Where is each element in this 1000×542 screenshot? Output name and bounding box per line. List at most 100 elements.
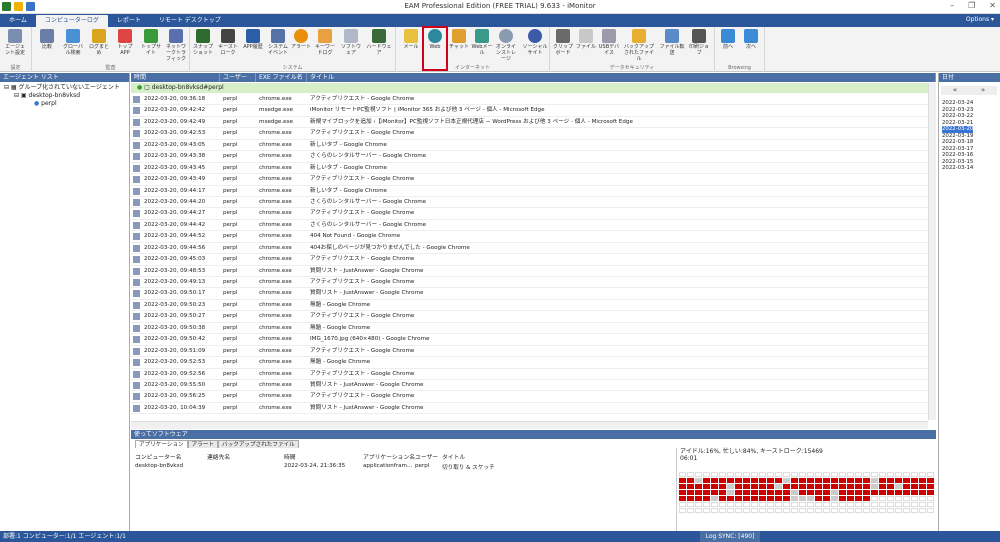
activity-cell (775, 496, 782, 501)
online-storage-button[interactable]: オンラインストレージ (495, 29, 517, 62)
software-button[interactable]: ソフトウェア (340, 29, 362, 56)
table-row[interactable]: 2022-03-20, 09:50:42 perpl chrome.exe IMG_1… (131, 334, 928, 346)
tree-node-computer[interactable]: ⊟ ▣ desktop-bn8vksd (4, 92, 120, 100)
date-item[interactable]: 2022-03-18 (942, 139, 973, 146)
print-job-button[interactable]: 印刷ジョブ (688, 29, 710, 56)
table-row[interactable]: 2022-03-20, 09:50:27 perpl chrome.exe アクティブ… (131, 311, 928, 323)
table-row[interactable]: 2022-03-20, 09:50:38 perpl chrome.exe 無題 - … (131, 323, 928, 335)
table-row[interactable]: 2022-03-20, 09:44:27 perpl chrome.exe アクティブ… (131, 208, 928, 220)
date-panel-header: 日付 (939, 73, 1000, 82)
table-row[interactable]: 2022-03-20, 09:49:13 perpl chrome.exe アクティブ… (131, 277, 928, 289)
close-icon[interactable]: ✕ (989, 1, 996, 10)
social-site-button[interactable]: ソーシャルサイト (522, 29, 548, 56)
table-row[interactable]: 2022-03-20, 09:48:53 perpl chrome.exe 質問リスト… (131, 266, 928, 277)
table-row[interactable]: 2022-03-20, 09:50:23 perpl chrome.exe 無題 - … (131, 300, 928, 312)
table-row[interactable]: 2022-03-20, 09:43:49 perpl chrome.exe アクティブ… (131, 174, 928, 186)
hardware-button[interactable]: ハードウェア (366, 29, 392, 56)
chat-button[interactable]: チャット (448, 29, 470, 50)
date-item[interactable]: 2022-03-16 (942, 152, 973, 159)
table-row[interactable]: 2022-03-20, 09:56:25 perpl chrome.exe アクティブ… (131, 391, 928, 403)
backup-files-button[interactable]: バックアップされたファイル (624, 29, 654, 62)
activity-cell (767, 490, 774, 495)
table-row[interactable]: 2022-03-20, 09:51:09 perpl chrome.exe アクティブ… (131, 346, 928, 358)
tab-alerts[interactable]: アラート (187, 440, 219, 448)
tab-applications[interactable]: アプリケーション (135, 440, 188, 448)
col-computer[interactable]: コンピューター名 (135, 452, 207, 461)
col-user[interactable]: ユーザー (415, 452, 442, 461)
minimize-icon[interactable]: – (950, 1, 954, 10)
tree-node-user[interactable]: ● perpl (4, 100, 120, 108)
app-history-button[interactable]: APP履歴 (242, 29, 264, 50)
date-item[interactable]: 2022-03-24 (942, 100, 973, 107)
table-row[interactable]: 2022-03-20, 09:44:20 perpl chrome.exe さくらのレ… (131, 197, 928, 209)
tab-report[interactable]: レポート (108, 15, 150, 27)
date-item[interactable]: 2022-03-22 (942, 113, 973, 120)
tab-remote-desktop[interactable]: リモート デスクトップ (150, 15, 230, 27)
col-contact[interactable]: 連絡先名 (207, 452, 284, 461)
agent-settings-button[interactable]: エージェント設定 (4, 29, 26, 56)
activity-cell (807, 508, 814, 513)
file-transfer-button[interactable]: ファイル転送 (658, 29, 686, 56)
top-site-button[interactable]: トップサイト (140, 29, 162, 56)
table-row[interactable]: 2022-03-20, 09:43:38 perpl chrome.exe さくらのレ… (131, 151, 928, 163)
restore-icon[interactable]: ❐ (968, 1, 975, 10)
horizontal-scrollbar[interactable] (131, 421, 928, 429)
tab-computer-log[interactable]: コンピューターログ (35, 15, 108, 27)
table-row[interactable]: 2022-03-20, 09:45:03 perpl chrome.exe アクティブ… (131, 254, 928, 266)
clipboard-button[interactable]: クリップボード (552, 29, 574, 56)
table-row[interactable]: 2022-03-20, 10:04:39 perpl chrome.exe 質問リスト… (131, 403, 928, 415)
table-row[interactable]: 2022-03-20, 09:44:52 perpl chrome.exe 404 N… (131, 231, 928, 243)
table-row[interactable]: 2022-03-20, 09:52:53 perpl chrome.exe 無題 - … (131, 357, 928, 369)
col-title[interactable]: タイトル (442, 452, 522, 461)
date-item[interactable]: 2022-03-14 (942, 165, 973, 172)
tab-backup-files[interactable]: バックアップされたファイル (218, 440, 299, 448)
window-icon (131, 323, 141, 333)
mail-button[interactable]: メール (400, 29, 422, 50)
table-row[interactable]: 2022-03-20, 09:42:49 perpl msedge.exe 新規マイブ… (131, 117, 928, 129)
cell-time: 2022-03-24, 21:36:35 (284, 463, 346, 469)
table-row[interactable]: 2022-03-20, 09:44:56 perpl chrome.exe 404お探… (131, 243, 928, 255)
table-row[interactable]: 2022-03-20, 09:52:56 perpl chrome.exe アクティブ… (131, 369, 928, 380)
col-user[interactable]: ユーザー (220, 73, 256, 82)
table-row[interactable]: 2022-03-20, 09:42:53 perpl chrome.exe アクティブ… (131, 128, 928, 140)
snapshot-button[interactable]: スナップショット (192, 29, 214, 56)
keyword-log-button[interactable]: キーワードログ (314, 29, 336, 56)
col-time[interactable]: 時間 (131, 73, 220, 82)
col-time[interactable]: 時間 (284, 452, 363, 461)
col-exe[interactable]: EXE ファイル名 (256, 73, 307, 82)
keystrokes-button[interactable]: キーストローク (217, 29, 239, 56)
table-row[interactable]: 2022-03-20, 09:43:05 perpl chrome.exe 新しいタブ… (131, 140, 928, 152)
double-left-icon[interactable]: « (953, 86, 957, 95)
compare-button[interactable]: 比較 (36, 29, 58, 50)
tree-node-ungrouped[interactable]: ⊟ ▦ グループ化されていないエージェント (4, 84, 120, 92)
global-search-button[interactable]: グローバル検索 (62, 29, 84, 56)
network-traffic-button[interactable]: ネットワークトラフィック (164, 29, 188, 62)
group-row[interactable]: ● ▢ desktop-bn8vksd#perpl (131, 83, 936, 93)
file-button[interactable]: ファイル (575, 29, 597, 50)
col-title[interactable]: タイトル (307, 73, 936, 82)
system-events-button[interactable]: システムイベント (267, 29, 289, 56)
cell-user: perpl (223, 198, 238, 205)
table-row[interactable]: 2022-03-20, 09:44:42 perpl chrome.exe さくらのレ… (131, 220, 928, 232)
tab-home[interactable]: ホーム (0, 15, 36, 27)
table-row[interactable]: 2022-03-20, 09:50:17 perpl chrome.exe 質問リスト… (131, 288, 928, 300)
log-summary-button[interactable]: ログまとめ (88, 29, 110, 56)
table-row[interactable]: 2022-03-20, 09:44:17 perpl chrome.exe 新しいタブ… (131, 186, 928, 197)
col-app-name[interactable]: アプリケーション名 (363, 452, 415, 461)
web-mail-button[interactable]: Webメール (471, 29, 493, 56)
double-right-icon[interactable]: » (981, 86, 985, 95)
table-row[interactable]: 2022-03-20, 09:55:50 perpl chrome.exe 質問リスト… (131, 380, 928, 392)
date-item[interactable]: 2022-03-20 (942, 126, 974, 133)
web-button[interactable]: Web (422, 26, 448, 71)
table-row[interactable]: 2022-03-20, 09:42:42 perpl msedge.exe iMoni… (131, 105, 928, 117)
alerts-button[interactable]: アラート (290, 29, 312, 50)
vertical-scrollbar[interactable] (928, 83, 936, 420)
options-menu[interactable]: Options ▾ (966, 16, 994, 23)
software-row[interactable]: desktop-bn8vksd 2022-03-24, 21:36:35 app… (135, 463, 522, 471)
table-row[interactable]: 2022-03-20, 09:36:18 perpl chrome.exe アクティブ… (131, 94, 928, 106)
next-button[interactable]: 次へ (740, 29, 762, 50)
table-row[interactable]: 2022-03-20, 09:43:45 perpl chrome.exe 新しいタブ… (131, 163, 928, 175)
prev-button[interactable]: 前へ (717, 29, 739, 50)
top-app-button[interactable]: トップAPP (114, 29, 136, 56)
usb-device-button[interactable]: USBデバイス (598, 29, 620, 56)
